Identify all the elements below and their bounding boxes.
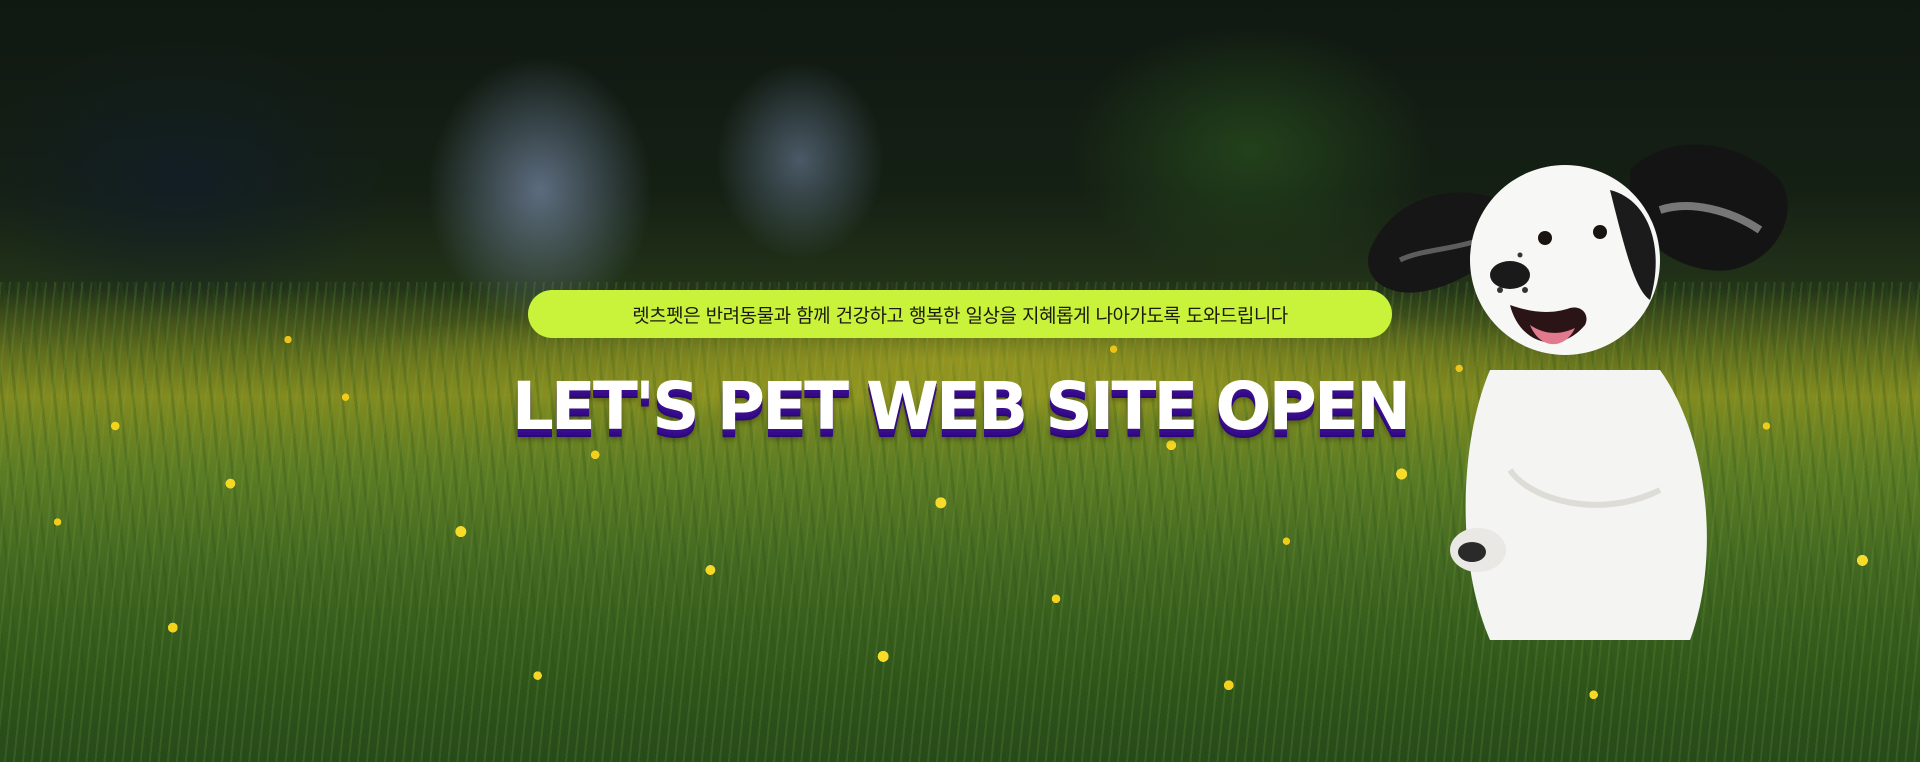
- tagline-pill: 렛츠펫은 반려동물과 함께 건강하고 행복한 일상을 지혜롭게 나아가도록 도와…: [528, 290, 1392, 338]
- hero-banner: 렛츠펫은 반려동물과 함께 건강하고 행복한 일상을 지혜롭게 나아가도록 도와…: [0, 0, 1920, 762]
- headline: LET'S PET WEB SITE OPEN: [511, 368, 1411, 445]
- tagline-text: 렛츠펫은 반려동물과 함께 건강하고 행복한 일상을 지혜롭게 나아가도록 도와…: [632, 304, 1288, 327]
